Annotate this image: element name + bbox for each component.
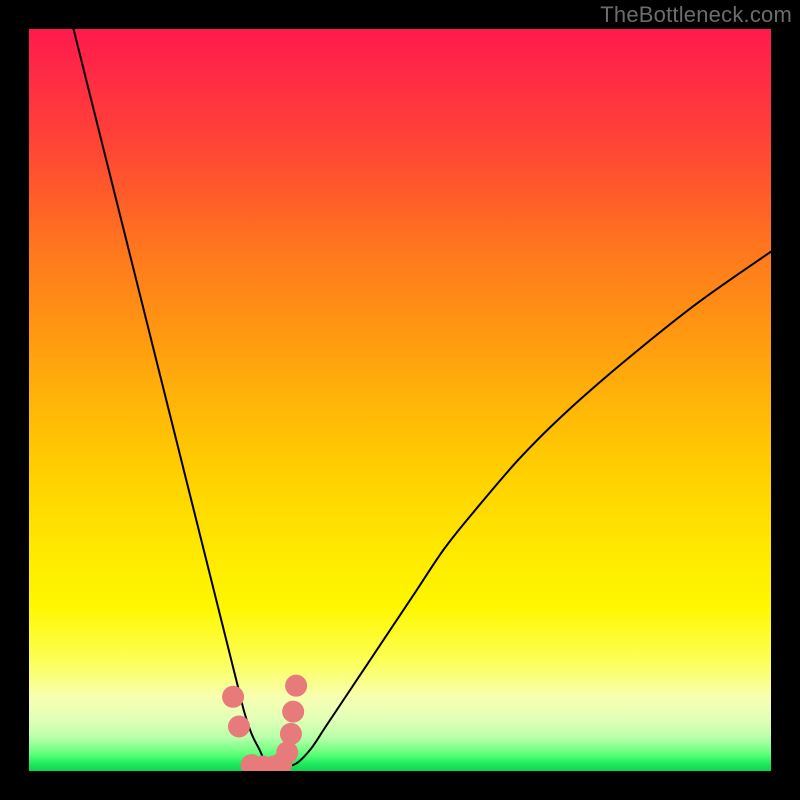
highlight-dot	[228, 715, 250, 737]
highlight-dot	[276, 741, 298, 763]
highlight-dots	[222, 675, 307, 771]
highlight-dot	[285, 675, 307, 697]
highlight-dot	[280, 723, 302, 745]
highlight-dot	[282, 701, 304, 723]
chart-svg	[29, 29, 771, 771]
chart-frame: TheBottleneck.com	[0, 0, 800, 800]
watermark-text: TheBottleneck.com	[600, 2, 792, 28]
highlight-dot	[222, 686, 244, 708]
bottleneck-curve	[74, 29, 771, 768]
chart-plot-area	[29, 29, 771, 771]
